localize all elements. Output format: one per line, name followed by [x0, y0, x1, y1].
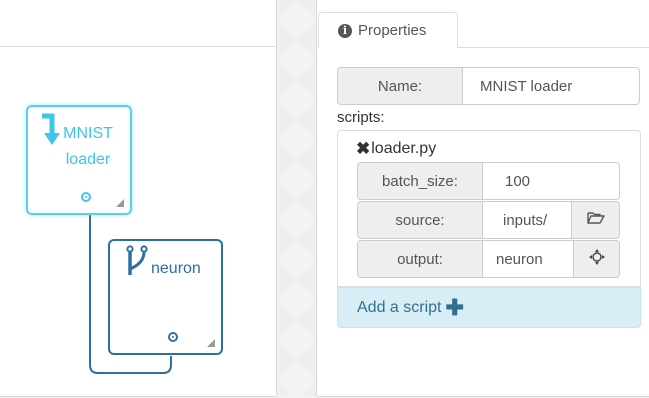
- output-port-icon[interactable]: [81, 192, 91, 202]
- node-mnist-loader[interactable]: MNIST loader: [26, 105, 132, 215]
- node-title: neuron: [151, 260, 201, 277]
- script-item: ✖ loader.py batch_size: 100 source: inpu…: [337, 130, 641, 287]
- name-label: Name:: [337, 67, 463, 105]
- tab-label: Properties: [358, 22, 427, 39]
- node-neuron[interactable]: neuron: [108, 239, 223, 355]
- name-field-group: Name: MNIST loader: [337, 67, 640, 105]
- graph-canvas[interactable]: MNIST loader neuron: [0, 0, 277, 397]
- scripts-label: scripts:: [337, 109, 385, 126]
- script-header: ✖ loader.py: [356, 140, 436, 158]
- add-script-button[interactable]: Add a script ✚: [337, 287, 641, 328]
- script-filename: loader.py: [371, 140, 437, 157]
- param-label: source:: [357, 201, 483, 239]
- resize-handle-icon[interactable]: [116, 199, 124, 207]
- info-icon: i: [338, 23, 352, 38]
- canvas-header: [0, 0, 276, 47]
- param-label: batch_size:: [357, 162, 483, 200]
- output-port-icon[interactable]: [168, 332, 178, 342]
- tab-properties[interactable]: i Properties: [318, 12, 458, 48]
- param-batch-size: batch_size: 100: [357, 162, 620, 200]
- select-target-button[interactable]: [574, 240, 620, 278]
- output-input[interactable]: neuron: [483, 240, 574, 278]
- plus-icon: ✚: [445, 294, 464, 320]
- browse-folder-button[interactable]: [572, 201, 620, 239]
- remove-script-icon[interactable]: ✖: [356, 140, 370, 157]
- node-title: MNIST loader: [63, 125, 113, 168]
- properties-panel: i Properties Name: MNIST loader scripts:…: [316, 0, 649, 397]
- source-input[interactable]: inputs/: [483, 201, 572, 239]
- name-input[interactable]: MNIST loader: [463, 67, 640, 105]
- batch-size-input[interactable]: 100: [483, 162, 620, 200]
- crosshairs-icon: [588, 248, 605, 270]
- param-source: source: inputs/: [357, 201, 620, 239]
- folder-open-icon: [586, 211, 605, 230]
- add-script-label: Add a script: [357, 298, 442, 316]
- branch-icon: [125, 245, 149, 284]
- tab-bar: i Properties: [317, 0, 649, 48]
- resize-handle-icon[interactable]: [207, 339, 215, 347]
- param-output: output: neuron: [357, 240, 620, 278]
- param-label: output:: [357, 240, 483, 278]
